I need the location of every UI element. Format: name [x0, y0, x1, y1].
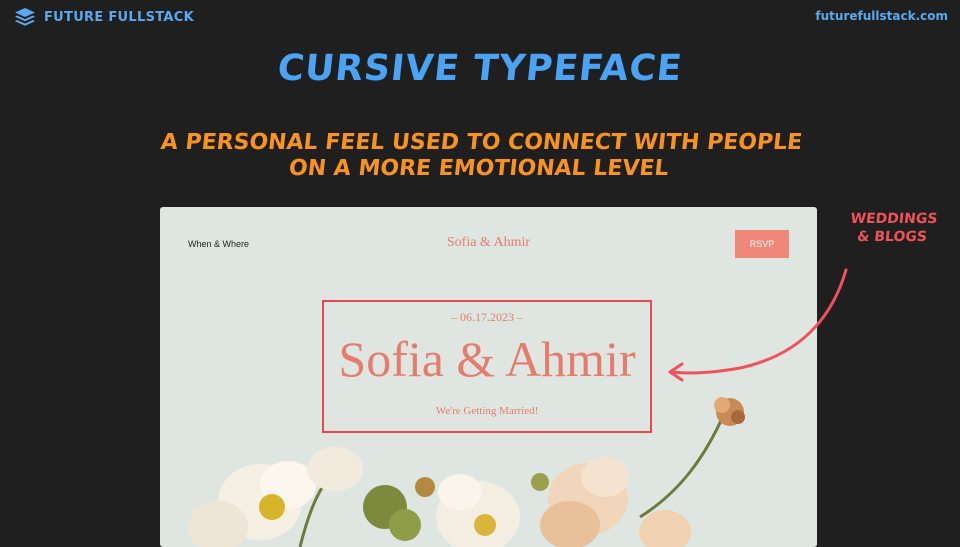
subtitle-line-2: ON A MORE EMOTIONAL LEVEL [287, 156, 670, 181]
hero-highlight-box: – 06.17.2023 – Sofia & Ahmir We're Getti… [322, 300, 652, 433]
website-mockup: When & Where Sofia & Ahmir RSVP – 06.17.… [160, 207, 817, 547]
slide-subtitle: A PERSONAL FEEL USED TO CONNECT WITH PEO… [0, 130, 960, 182]
annotation-line-1: WEDDINGS [849, 211, 939, 227]
brand-name: FUTURE FULLSTACK [44, 9, 194, 25]
hero-couple-names: Sofia & Ahmir [338, 331, 636, 387]
wedding-date: – 06.17.2023 – [451, 310, 523, 324]
hero-tagline: We're Getting Married! [435, 405, 539, 417]
subtitle-line-1: A PERSONAL FEEL USED TO CONNECT WITH PEO… [159, 130, 804, 155]
annotation-label: WEDDINGS & BLOGS [836, 210, 950, 246]
annotation-line-2: & BLOGS [856, 229, 928, 245]
slide-title: CURSIVE TYPEFACE [275, 48, 685, 89]
site-url-link[interactable]: futurefullstack.com [815, 9, 948, 23]
brand-logo[interactable]: FUTURE FULLSTACK [14, 6, 194, 28]
stack-layers-icon [15, 8, 35, 26]
